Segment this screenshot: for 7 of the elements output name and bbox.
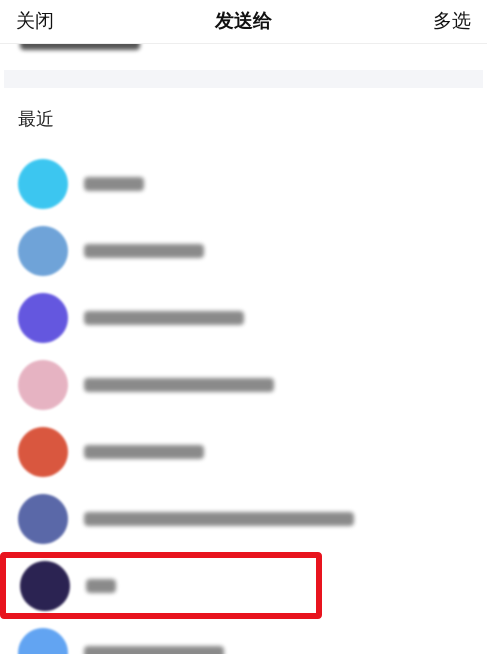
- section-title: 最近: [18, 108, 54, 132]
- page-title: 发送给: [215, 9, 272, 34]
- contact-row[interactable]: [0, 552, 322, 619]
- multi-select-button[interactable]: 多选: [433, 7, 471, 36]
- close-button[interactable]: 关闭: [16, 7, 54, 36]
- blurred-name: [86, 578, 116, 592]
- blurred-name: [84, 176, 144, 190]
